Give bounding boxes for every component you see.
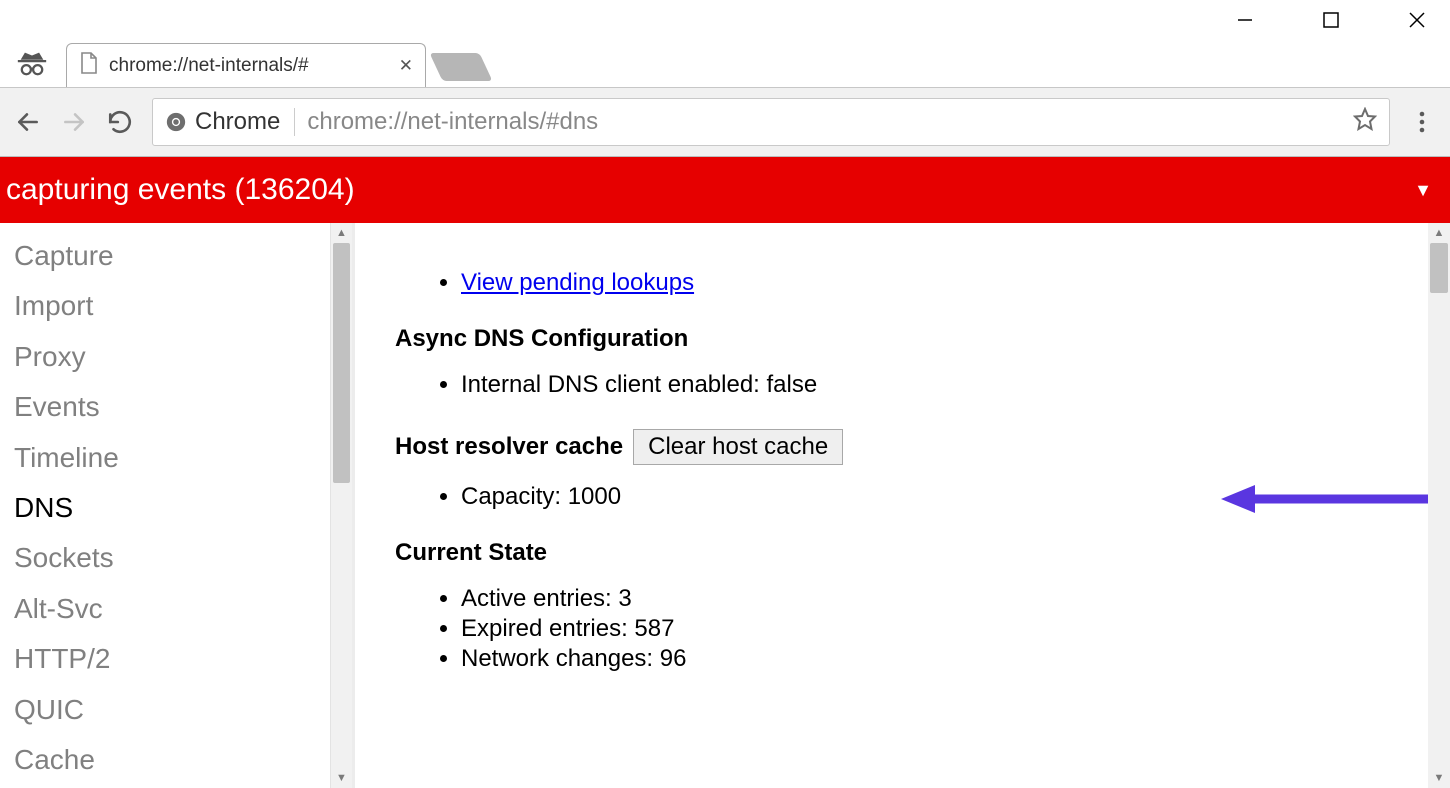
view-pending-lookups-link[interactable]: View pending lookups — [461, 269, 694, 296]
clear-host-cache-button[interactable]: Clear host cache — [633, 429, 843, 465]
bookmark-star-icon[interactable] — [1353, 107, 1377, 138]
window-titlebar — [0, 0, 1450, 40]
sidebar-item-timeline[interactable]: Timeline — [14, 433, 352, 483]
current-state-heading: Current State — [395, 539, 1410, 567]
browser-toolbar: Chrome chrome://net-internals/#dns — [0, 87, 1450, 157]
sidebar-item-alt-svc[interactable]: Alt-Svc — [14, 584, 352, 634]
sidebar-item-events[interactable]: Events — [14, 382, 352, 432]
sidebar-scrollbar[interactable]: ▲ ▼ — [330, 223, 352, 788]
sidebar-item-import[interactable]: Import — [14, 281, 352, 331]
tab-title: chrome://net-internals/# — [109, 55, 309, 77]
capture-banner-text: capturing events (136204) — [6, 173, 355, 207]
annotation-arrow-icon — [1221, 481, 1450, 517]
sidebar-item-http2[interactable]: HTTP/2 — [14, 634, 352, 684]
new-tab-button[interactable] — [429, 53, 492, 81]
url-text: chrome://net-internals/#dns — [307, 108, 1341, 136]
close-window-button[interactable] — [1394, 4, 1440, 36]
browser-menu-button[interactable] — [1408, 108, 1436, 136]
close-tab-icon[interactable]: ✕ — [399, 56, 413, 76]
sidebar-item-dns[interactable]: DNS — [14, 483, 352, 533]
network-changes: Network changes: 96 — [461, 645, 1410, 673]
scroll-down-icon[interactable]: ▼ — [1428, 768, 1450, 788]
address-bar[interactable]: Chrome chrome://net-internals/#dns — [152, 98, 1390, 146]
async-dns-status: Internal DNS client enabled: false — [461, 371, 1410, 399]
sidebar-item-cache[interactable]: Cache — [14, 735, 352, 785]
scroll-thumb[interactable] — [1430, 243, 1448, 293]
sidebar-item-sockets[interactable]: Sockets — [14, 533, 352, 583]
forward-button[interactable] — [60, 108, 88, 136]
scroll-up-icon[interactable]: ▲ — [1428, 223, 1450, 243]
minimize-button[interactable] — [1222, 4, 1268, 36]
capture-banner[interactable]: capturing events (136204) ▼ — [0, 157, 1450, 223]
browser-tab[interactable]: chrome://net-internals/# ✕ — [66, 43, 426, 87]
document-icon — [79, 51, 99, 81]
sidebar-item-capture[interactable]: Capture — [14, 231, 352, 281]
sidebar: Capture Import Proxy Events Timeline DNS… — [0, 223, 352, 785]
main-content: View pending lookups Async DNS Configura… — [355, 223, 1450, 695]
content-scrollbar[interactable]: ▲ ▼ — [1428, 223, 1450, 788]
dropdown-icon[interactable]: ▼ — [1414, 180, 1432, 201]
scroll-down-icon[interactable]: ▼ — [331, 768, 352, 788]
tab-strip: chrome://net-internals/# ✕ — [0, 40, 1450, 87]
reload-button[interactable] — [106, 108, 134, 136]
async-dns-heading: Async DNS Configuration — [395, 325, 1410, 353]
maximize-button[interactable] — [1308, 4, 1354, 36]
chrome-icon — [165, 111, 187, 133]
back-button[interactable] — [14, 108, 42, 136]
expired-entries: Expired entries: 587 — [461, 615, 1410, 643]
host-resolver-heading: Host resolver cache — [395, 433, 623, 461]
scroll-up-icon[interactable]: ▲ — [331, 223, 352, 243]
origin-label: Chrome — [195, 108, 280, 136]
scroll-thumb[interactable] — [333, 243, 350, 483]
active-entries: Active entries: 3 — [461, 585, 1410, 613]
sidebar-item-quic[interactable]: QUIC — [14, 685, 352, 735]
sidebar-item-proxy[interactable]: Proxy — [14, 332, 352, 382]
origin-chip[interactable]: Chrome — [165, 108, 295, 136]
incognito-icon — [8, 40, 56, 87]
